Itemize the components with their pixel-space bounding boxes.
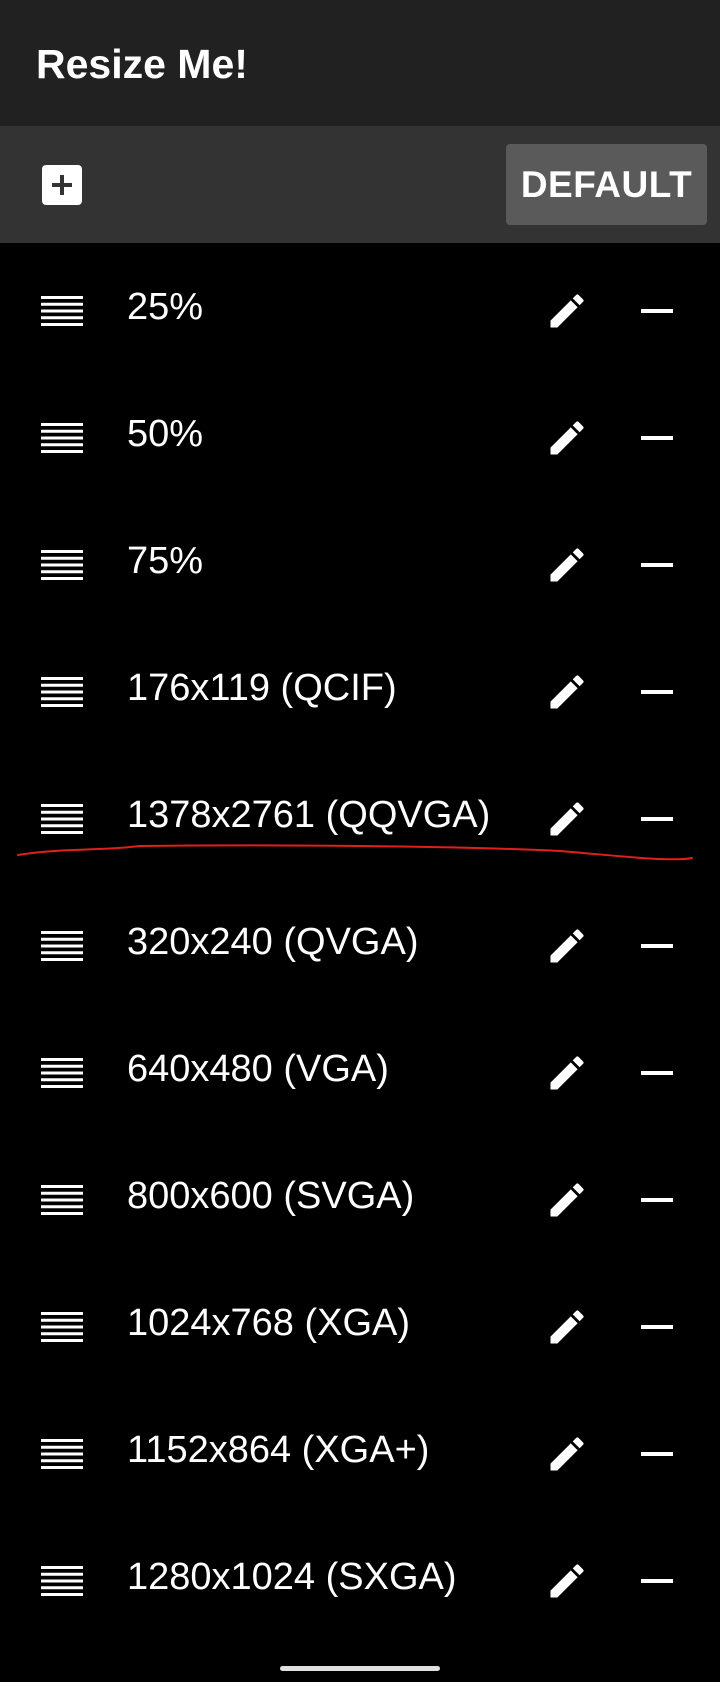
minus-icon bbox=[641, 309, 673, 313]
edit-button[interactable] bbox=[535, 1549, 599, 1613]
pencil-icon bbox=[550, 802, 584, 836]
toolbar: DEFAULT bbox=[0, 126, 720, 243]
plus-box-icon bbox=[42, 165, 82, 205]
drag-handle-button[interactable] bbox=[30, 1422, 94, 1486]
drag-handle-button[interactable] bbox=[30, 1295, 94, 1359]
minus-icon bbox=[641, 1198, 673, 1202]
remove-button[interactable] bbox=[625, 914, 689, 978]
list-item[interactable]: 1378x2761 (QQVGA) bbox=[0, 751, 720, 878]
remove-button[interactable] bbox=[625, 1549, 689, 1613]
list-item-label: 1152x864 (XGA+) bbox=[127, 1429, 430, 1471]
drag-handle-icon bbox=[41, 804, 83, 834]
list-item-label: 800x600 (SVGA) bbox=[127, 1175, 415, 1217]
edit-button[interactable] bbox=[535, 279, 599, 343]
remove-button[interactable] bbox=[625, 1295, 689, 1359]
drag-handle-icon bbox=[41, 1439, 83, 1469]
drag-handle-button[interactable] bbox=[30, 787, 94, 851]
minus-icon bbox=[641, 944, 673, 948]
minus-icon bbox=[641, 1325, 673, 1329]
minus-icon bbox=[641, 1579, 673, 1583]
edit-button[interactable] bbox=[535, 1295, 599, 1359]
drag-handle-button[interactable] bbox=[30, 1041, 94, 1105]
list-item-label: 176x119 (QCIF) bbox=[127, 667, 397, 709]
list-item[interactable]: 75% bbox=[0, 497, 720, 624]
edit-button[interactable] bbox=[535, 660, 599, 724]
list-item-label: 75% bbox=[127, 540, 204, 582]
drag-handle-icon bbox=[41, 296, 83, 326]
edit-button[interactable] bbox=[535, 533, 599, 597]
edit-button[interactable] bbox=[535, 787, 599, 851]
pencil-icon bbox=[550, 294, 584, 328]
list-item[interactable]: 1280x1024 (SXGA) bbox=[0, 1513, 720, 1640]
list-item-label: 1378x2761 (QQVGA) bbox=[127, 794, 491, 836]
app-bar: Resize Me! bbox=[0, 0, 720, 126]
minus-icon bbox=[641, 436, 673, 440]
drag-handle-button[interactable] bbox=[30, 1168, 94, 1232]
list-item[interactable]: 1024x768 (XGA) bbox=[0, 1259, 720, 1386]
minus-icon bbox=[641, 1452, 673, 1456]
edit-button[interactable] bbox=[535, 1041, 599, 1105]
drag-handle-button[interactable] bbox=[30, 406, 94, 470]
drag-handle-icon bbox=[41, 1058, 83, 1088]
list-item[interactable]: 25% bbox=[0, 243, 720, 370]
remove-button[interactable] bbox=[625, 1168, 689, 1232]
pencil-icon bbox=[550, 1310, 584, 1344]
pencil-icon bbox=[550, 675, 584, 709]
list-item-label: 1280x1024 (SXGA) bbox=[127, 1556, 457, 1598]
remove-button[interactable] bbox=[625, 660, 689, 724]
minus-icon bbox=[641, 1071, 673, 1075]
drag-handle-icon bbox=[41, 423, 83, 453]
list-item[interactable]: 800x600 (SVGA) bbox=[0, 1132, 720, 1259]
drag-handle-button[interactable] bbox=[30, 533, 94, 597]
remove-button[interactable] bbox=[625, 279, 689, 343]
remove-button[interactable] bbox=[625, 787, 689, 851]
drag-handle-icon bbox=[41, 550, 83, 580]
edit-button[interactable] bbox=[535, 914, 599, 978]
drag-handle-button[interactable] bbox=[30, 660, 94, 724]
drag-handle-icon bbox=[41, 677, 83, 707]
list-item[interactable]: 640x480 (VGA) bbox=[0, 1005, 720, 1132]
drag-handle-icon bbox=[41, 1185, 83, 1215]
pencil-icon bbox=[550, 1183, 584, 1217]
minus-icon bbox=[641, 690, 673, 694]
remove-button[interactable] bbox=[625, 406, 689, 470]
drag-handle-icon bbox=[41, 1566, 83, 1596]
drag-handle-icon bbox=[41, 931, 83, 961]
list-item[interactable]: 176x119 (QCIF) bbox=[0, 624, 720, 751]
list-item-label: 50% bbox=[127, 413, 204, 455]
pencil-icon bbox=[550, 1564, 584, 1598]
list-item-label: 25% bbox=[127, 286, 204, 328]
pencil-icon bbox=[550, 929, 584, 963]
edit-button[interactable] bbox=[535, 406, 599, 470]
pencil-icon bbox=[550, 421, 584, 455]
pencil-icon bbox=[550, 548, 584, 582]
edit-button[interactable] bbox=[535, 1168, 599, 1232]
pencil-icon bbox=[550, 1437, 584, 1471]
drag-handle-icon bbox=[41, 1312, 83, 1342]
drag-handle-button[interactable] bbox=[30, 914, 94, 978]
remove-button[interactable] bbox=[625, 1041, 689, 1105]
list-item[interactable]: 50% bbox=[0, 370, 720, 497]
app-title: Resize Me! bbox=[36, 41, 248, 87]
drag-handle-button[interactable] bbox=[30, 279, 94, 343]
remove-button[interactable] bbox=[625, 533, 689, 597]
default-button[interactable]: DEFAULT bbox=[506, 144, 707, 225]
remove-button[interactable] bbox=[625, 1422, 689, 1486]
minus-icon bbox=[641, 817, 673, 821]
drag-handle-button[interactable] bbox=[30, 1549, 94, 1613]
list-item-label: 1024x768 (XGA) bbox=[127, 1302, 411, 1344]
edit-button[interactable] bbox=[535, 1422, 599, 1486]
list-item[interactable]: 1152x864 (XGA+) bbox=[0, 1386, 720, 1513]
list-item-label: 320x240 (QVGA) bbox=[127, 921, 419, 963]
gesture-nav-bar[interactable] bbox=[280, 1666, 440, 1671]
pencil-icon bbox=[550, 1056, 584, 1090]
add-button[interactable] bbox=[30, 153, 94, 217]
list-item-label: 640x480 (VGA) bbox=[127, 1048, 389, 1090]
list-item[interactable]: 320x240 (QVGA) bbox=[0, 878, 720, 1005]
minus-icon bbox=[641, 563, 673, 567]
